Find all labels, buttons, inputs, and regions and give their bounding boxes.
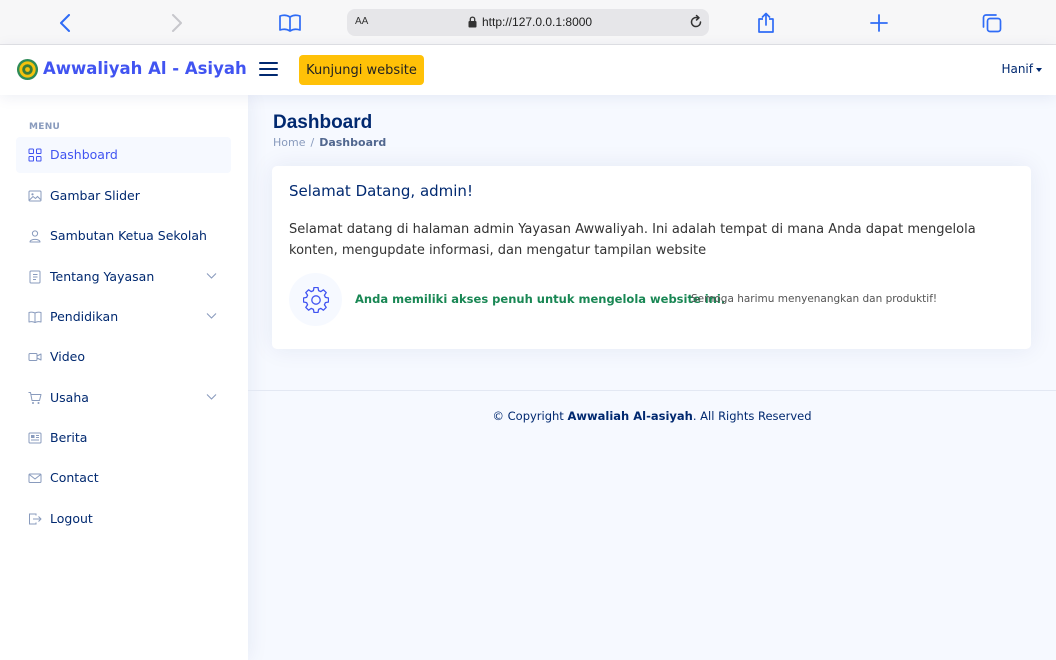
sidebar-item-contact[interactable]: Contact bbox=[16, 460, 231, 496]
sidebar-item-label: Logout bbox=[50, 511, 93, 526]
grid-icon bbox=[28, 148, 42, 162]
breadcrumb-separator: / bbox=[310, 136, 315, 149]
address-bar[interactable]: AA http://127.0.0.1:8000 bbox=[347, 9, 709, 36]
image-icon bbox=[28, 190, 42, 202]
new-tab-button[interactable] bbox=[864, 8, 894, 38]
camera-video-icon bbox=[28, 353, 42, 361]
breadcrumb-current: Dashboard bbox=[319, 136, 387, 149]
sidebar-item-label: Pendidikan bbox=[50, 309, 119, 324]
caret-down-icon bbox=[1036, 67, 1042, 72]
sidebar-item-label: Gambar Slider bbox=[50, 188, 140, 203]
share-button[interactable] bbox=[751, 8, 781, 38]
footer-copyright-prefix: © Copyright bbox=[492, 409, 564, 423]
sidebar-item-berita[interactable]: Berita bbox=[16, 420, 231, 456]
forward-button[interactable] bbox=[162, 8, 192, 38]
reload-icon[interactable] bbox=[688, 14, 704, 30]
sidebar: MENU Dashboard Gambar Slider Sambutan Ke… bbox=[0, 95, 248, 660]
lock-icon bbox=[468, 16, 477, 28]
logo-icon[interactable] bbox=[16, 58, 39, 81]
sidebar-item-tentang-yayasan[interactable]: Tentang Yayasan bbox=[16, 259, 231, 295]
chevron-down-icon bbox=[206, 394, 217, 400]
sidebar-item-label: Dashboard bbox=[50, 147, 118, 162]
chevron-down-icon bbox=[206, 273, 217, 279]
tabs-button[interactable] bbox=[977, 8, 1007, 38]
footer-owner: Awwaliah Al-asiyah bbox=[567, 409, 693, 423]
logout-icon bbox=[29, 513, 42, 525]
newspaper-icon bbox=[28, 432, 42, 444]
reader-aa-label[interactable]: AA bbox=[355, 16, 368, 27]
chevron-right-icon bbox=[172, 14, 182, 32]
welcome-card-text: Selamat datang di halaman admin Yayasan … bbox=[289, 222, 976, 258]
breadcrumb: Home / Dashboard bbox=[273, 136, 386, 149]
book-icon bbox=[28, 311, 42, 323]
browser-toolbar: AA http://127.0.0.1:8000 bbox=[0, 0, 1056, 45]
user-menu[interactable]: Hanif bbox=[1001, 62, 1042, 76]
sidebar-item-label: Sambutan Ketua Sekolah bbox=[50, 228, 207, 243]
tabs-icon bbox=[982, 14, 1002, 33]
sidebar-item-gambar-slider[interactable]: Gambar Slider bbox=[16, 178, 231, 214]
user-name: Hanif bbox=[1001, 62, 1033, 76]
welcome-card: Selamat Datang, admin! Selamat datang di… bbox=[272, 166, 1031, 349]
plus-icon bbox=[870, 14, 888, 32]
book-icon bbox=[279, 14, 301, 32]
footer-divider bbox=[248, 390, 1056, 391]
cart-icon bbox=[28, 392, 42, 404]
sidebar-item-label: Tentang Yayasan bbox=[50, 269, 155, 284]
app-header: Awwaliyah Al - Asiyah Kunjungi website H… bbox=[0, 45, 1056, 95]
visit-website-button[interactable]: Kunjungi website bbox=[299, 55, 424, 85]
sidebar-item-label: Usaha bbox=[50, 390, 89, 405]
sidebar-toggle-button[interactable] bbox=[259, 61, 278, 77]
brand-name[interactable]: Awwaliyah Al - Asiyah bbox=[43, 59, 247, 78]
sidebar-item-label: Video bbox=[50, 349, 86, 364]
welcome-card-title: Selamat Datang, admin! bbox=[289, 182, 473, 200]
url-text: http://127.0.0.1:8000 bbox=[482, 15, 593, 29]
sidebar-item-usaha[interactable]: Usaha bbox=[16, 380, 231, 416]
footer-rights: . All Rights Reserved bbox=[692, 409, 812, 423]
sidebar-item-label: Contact bbox=[50, 470, 99, 485]
sidebar-item-logout[interactable]: Logout bbox=[16, 501, 231, 537]
wish-message: Semoga harimu menyenangkan dan produktif… bbox=[691, 293, 938, 305]
gear-icon-badge bbox=[289, 273, 342, 326]
breadcrumb-home-link[interactable]: Home bbox=[273, 136, 305, 149]
back-button[interactable] bbox=[50, 8, 80, 38]
menu-icon bbox=[259, 62, 278, 64]
chevron-left-icon bbox=[60, 14, 70, 32]
sidebar-item-video[interactable]: Video bbox=[16, 339, 231, 375]
share-icon bbox=[758, 12, 774, 33]
sidebar-item-dashboard[interactable]: Dashboard bbox=[16, 137, 231, 173]
person-icon bbox=[29, 230, 41, 243]
chevron-down-icon bbox=[206, 313, 217, 319]
sidebar-item-sambutan[interactable]: Sambutan Ketua Sekolah bbox=[16, 218, 231, 254]
footer: © Copyright Awwaliah Al-asiyah. All Righ… bbox=[248, 409, 1056, 423]
page-title: Dashboard bbox=[273, 112, 373, 133]
sidebar-item-label: Berita bbox=[50, 430, 88, 445]
menu-heading: MENU bbox=[29, 122, 61, 132]
journal-icon bbox=[29, 270, 41, 284]
bookmarks-button[interactable] bbox=[275, 8, 305, 38]
gear-icon bbox=[302, 286, 329, 313]
access-message: Anda memiliki akses penuh untuk mengelol… bbox=[355, 292, 726, 306]
sidebar-item-pendidikan[interactable]: Pendidikan bbox=[16, 299, 231, 335]
envelope-icon bbox=[28, 473, 42, 483]
